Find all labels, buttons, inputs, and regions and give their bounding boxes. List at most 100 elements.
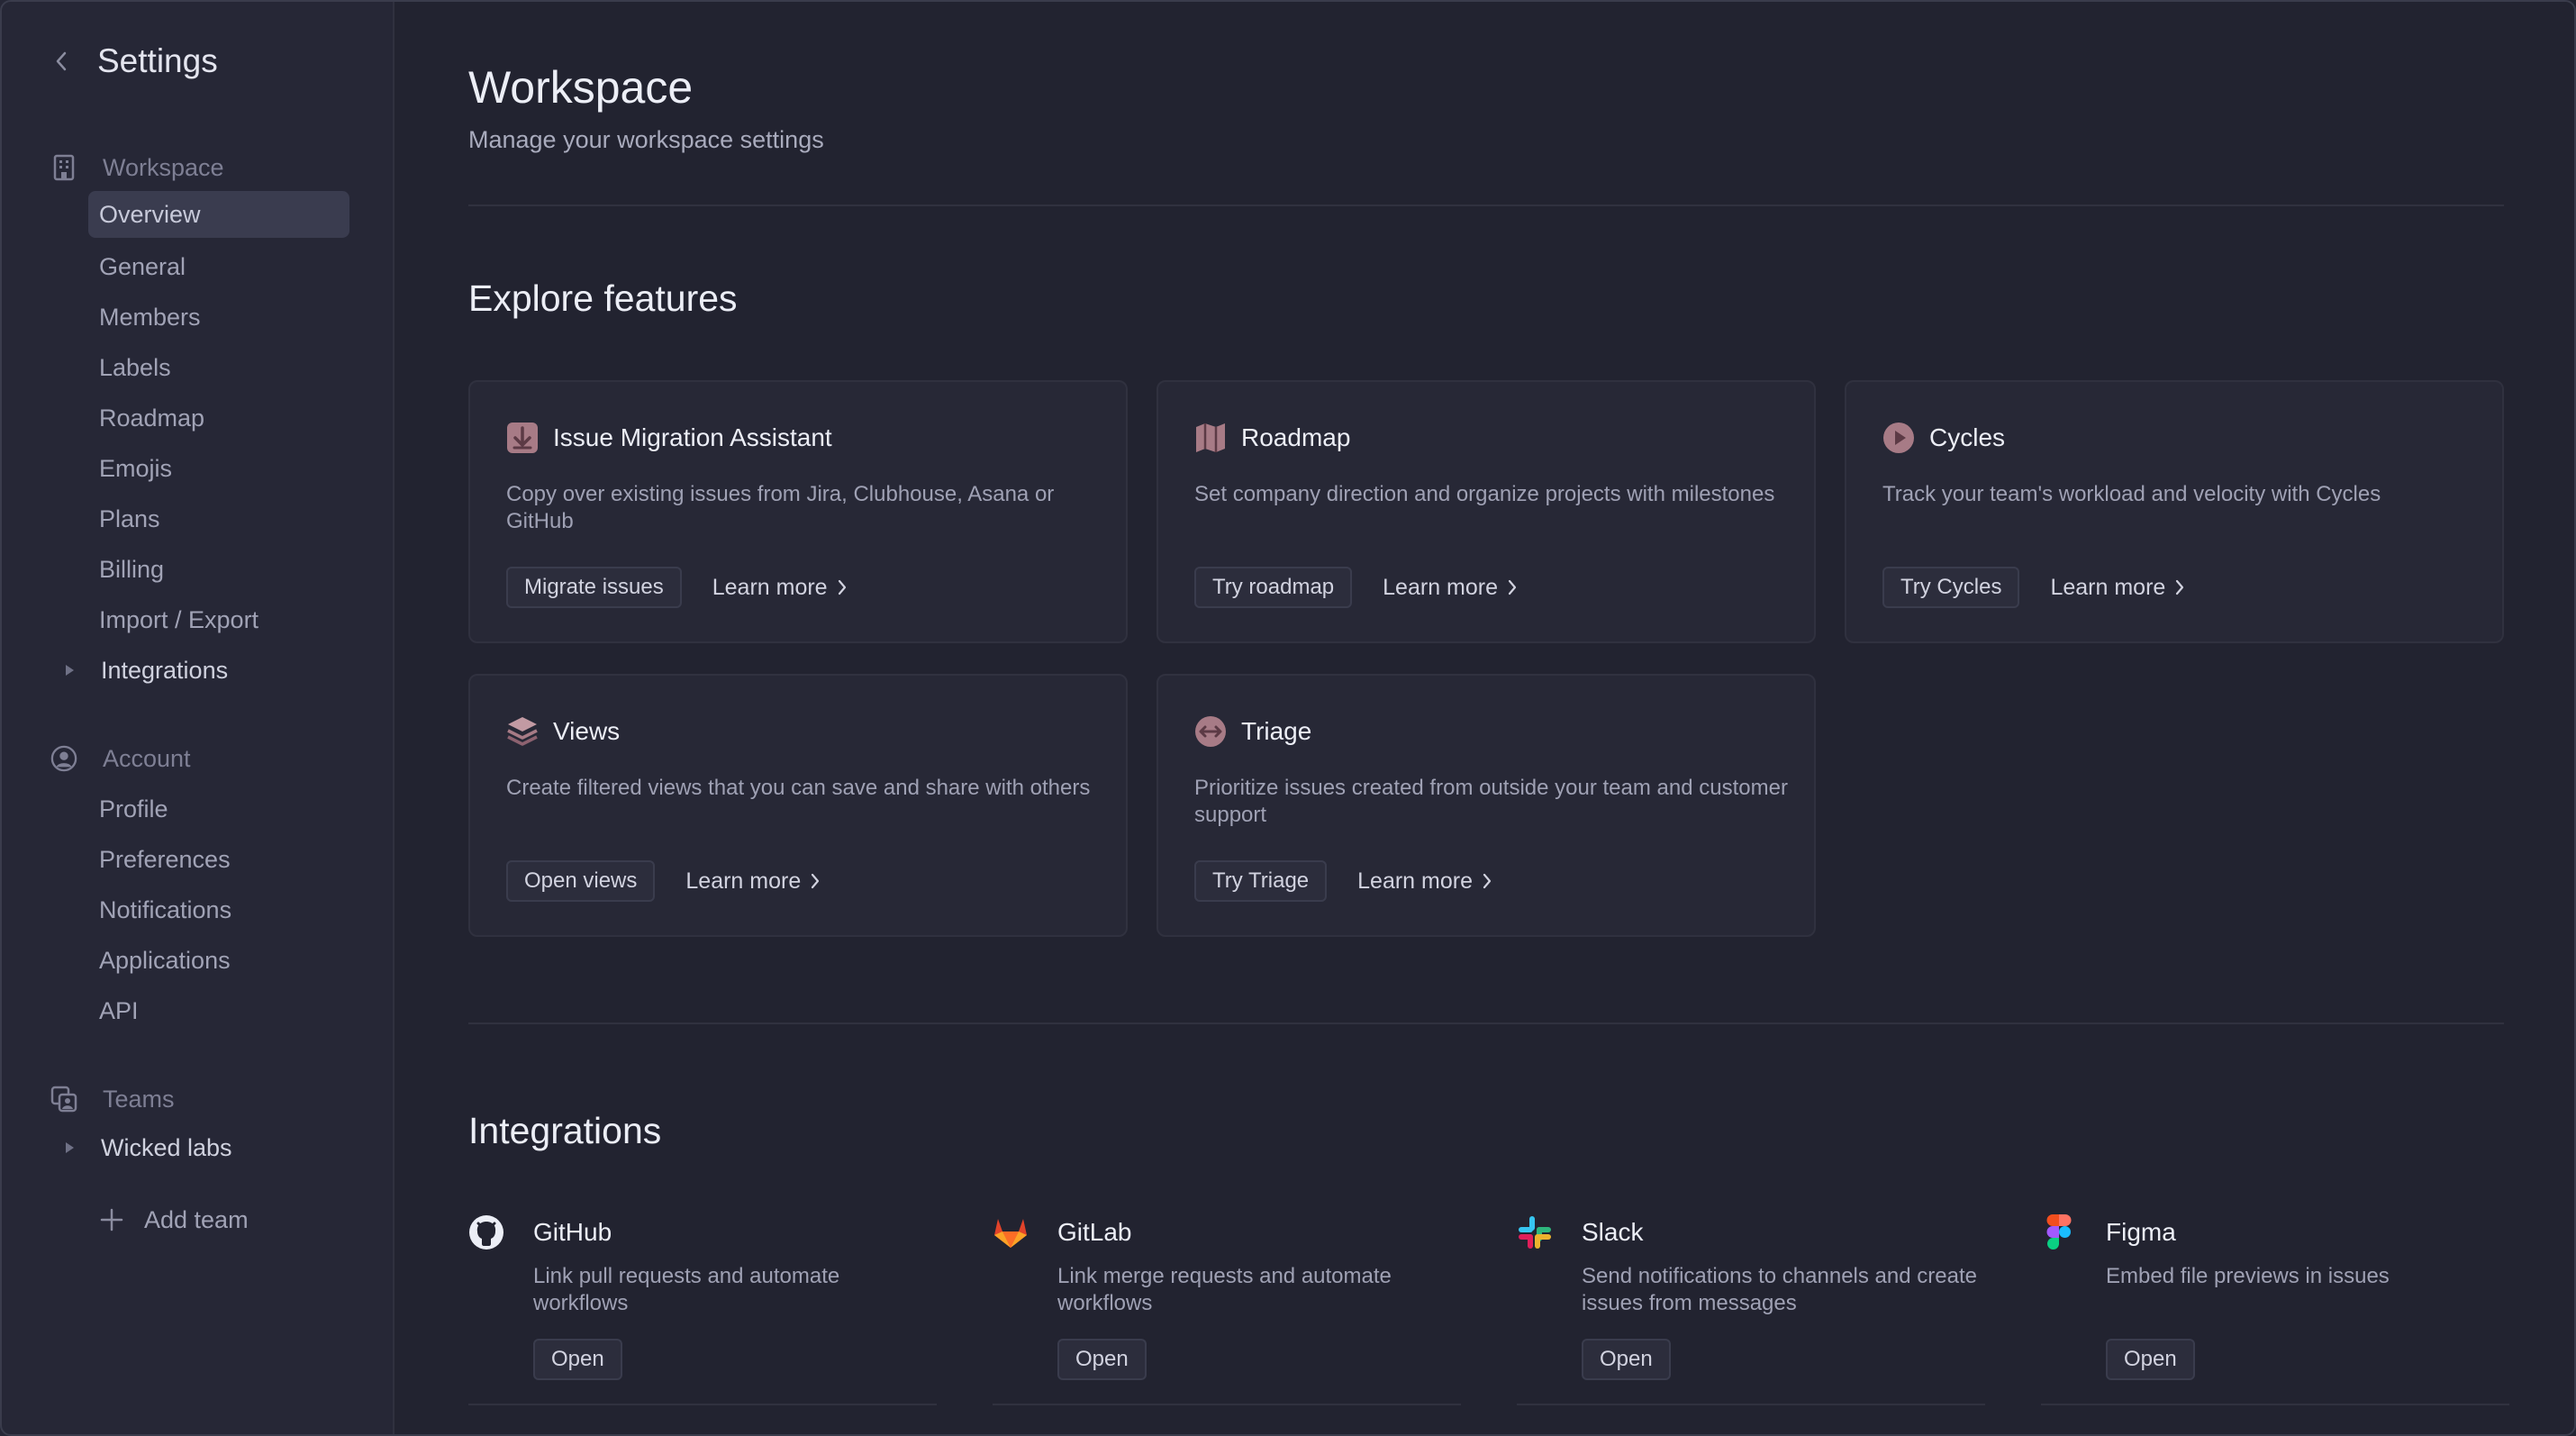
learn-more-link[interactable]: Learn more [2050,575,2185,601]
open-figma-button[interactable]: Open [2106,1339,2195,1380]
chevron-right-icon [810,872,821,890]
sidebar-item-label: Wicked labs [101,1133,232,1161]
plus-icon [99,1208,124,1232]
integration-gitlab: GitLab Link merge requests and automate … [993,1213,1461,1429]
sidebar-item-team-wicked-labs[interactable]: Wicked labs [58,1124,319,1171]
card-actions: Open views Learn more [506,859,821,903]
sidebar-item-billing[interactable]: Billing [88,546,349,593]
add-team-label: Add team [144,1205,249,1233]
teams-icon [50,1086,77,1113]
sidebar-item-overview[interactable]: Overview [88,191,349,238]
try-roadmap-button[interactable]: Try roadmap [1194,567,1353,608]
open-slack-button[interactable]: Open [1582,1339,1671,1380]
integrations-title: Integrations [468,1110,662,1151]
caret-right-icon [58,1141,81,1154]
github-icon [468,1214,504,1250]
open-gitlab-button[interactable]: Open [1057,1339,1147,1380]
integration-header: Figma [2041,1213,2176,1252]
sidebar-item-labels[interactable]: Labels [88,344,349,391]
roadmap-map-icon [1194,422,1227,454]
integration-header: GitHub [468,1213,612,1252]
learn-more-label: Learn more [1357,868,1473,894]
card-header: Triage [1194,713,1311,750]
learn-more-link[interactable]: Learn more [1383,575,1518,601]
learn-more-label: Learn more [2050,574,2166,600]
feature-card-views: Views Create filtered views that you can… [468,674,1128,937]
feature-card-migration: Issue Migration Assistant Copy over exis… [468,380,1128,643]
sidebar-item-applications[interactable]: Applications [88,937,349,984]
learn-more-link[interactable]: Learn more [712,575,848,601]
learn-more-label: Learn more [712,574,828,600]
migration-icon [506,422,539,454]
building-icon [50,154,77,181]
chevron-right-icon [2174,578,2185,596]
sidebar-item-preferences[interactable]: Preferences [88,836,349,883]
integration-header: GitLab [993,1213,1132,1252]
sidebar-item-plans[interactable]: Plans [88,495,349,542]
integration-title: Figma [2106,1218,2176,1246]
sidebar-item-api[interactable]: API [88,987,349,1034]
integration-figma: Figma Embed file previews in issues Open [2041,1213,2509,1429]
feature-card-roadmap: Roadmap Set company direction and organi… [1156,380,1816,643]
feature-card-cycles: Cycles Track your team's workload and ve… [1845,380,2504,643]
migrate-issues-button[interactable]: Migrate issues [506,567,682,608]
integration-title: GitHub [533,1218,612,1246]
card-title: Issue Migration Assistant [553,423,832,451]
try-triage-button[interactable]: Try Triage [1194,860,1328,902]
sidebar-item-profile[interactable]: Profile [88,786,349,832]
card-actions: Try Triage Learn more [1194,859,1492,903]
learn-more-label: Learn more [685,868,802,894]
explore-features-title: Explore features [468,277,738,319]
figma-icon [2041,1214,2077,1250]
integration-divider [2041,1404,2509,1405]
card-header: Views [506,713,620,750]
sidebar-item-import-export[interactable]: Import / Export [88,596,349,643]
learn-more-link[interactable]: Learn more [1357,868,1492,895]
triage-icon [1194,715,1227,748]
section-divider [468,1022,2504,1024]
sidebar-section-label: Workspace [103,153,224,181]
header-divider [468,204,2504,206]
integration-header: Slack [1517,1213,1643,1252]
page-title: Workspace [468,62,694,113]
sidebar-item-integrations[interactable]: Integrations [58,647,319,694]
sidebar-item-members[interactable]: Members [88,294,349,341]
sidebar-item-general[interactable]: General [88,243,349,290]
sidebar-title: Settings [97,42,218,79]
try-cycles-button[interactable]: Try Cycles [1882,567,2020,608]
open-views-button[interactable]: Open views [506,860,656,902]
card-title: Views [553,717,621,745]
sidebar-item-emojis[interactable]: Emojis [88,445,349,492]
cycles-play-icon [1882,422,1915,454]
feature-card-triage: Triage Prioritize issues created from ou… [1156,674,1816,937]
integration-title: Slack [1582,1218,1644,1246]
card-actions: Migrate issues Learn more [506,566,848,609]
integration-github: GitHub Link pull requests and automate w… [468,1213,937,1429]
integration-description: Link pull requests and automate workflow… [533,1264,840,1315]
integration-divider [993,1404,1461,1405]
card-header: Roadmap [1194,420,1350,456]
sidebar-section-label: Teams [103,1085,175,1113]
integration-divider [468,1404,937,1405]
card-description: Prioritize issues created from outside y… [1194,776,1788,827]
sidebar-section-account: Account [50,741,191,777]
integration-description: Send notifications to channels and creat… [1582,1264,1977,1315]
chevron-right-icon [1482,872,1492,890]
card-title: Roadmap [1241,423,1351,451]
chevron-right-icon [1507,578,1518,596]
slack-icon [1517,1214,1553,1250]
card-header: Cycles [1882,420,2005,456]
integration-description: Link merge requests and automate workflo… [1057,1264,1392,1315]
settings-app: Settings Workspace Overview General Memb… [0,0,2576,1436]
sidebar-item-notifications[interactable]: Notifications [88,886,349,933]
learn-more-link[interactable]: Learn more [685,868,821,895]
page-subtitle: Manage your workspace settings [468,126,824,153]
open-github-button[interactable]: Open [533,1339,622,1380]
add-team-button[interactable]: Add team [99,1196,360,1243]
card-title: Triage [1241,717,1312,745]
card-header: Issue Migration Assistant [506,420,832,456]
card-title: Cycles [1929,423,2006,451]
sidebar-item-roadmap[interactable]: Roadmap [88,395,349,441]
back-chevron-icon[interactable] [50,50,72,72]
sidebar-section-label: Account [103,744,191,772]
